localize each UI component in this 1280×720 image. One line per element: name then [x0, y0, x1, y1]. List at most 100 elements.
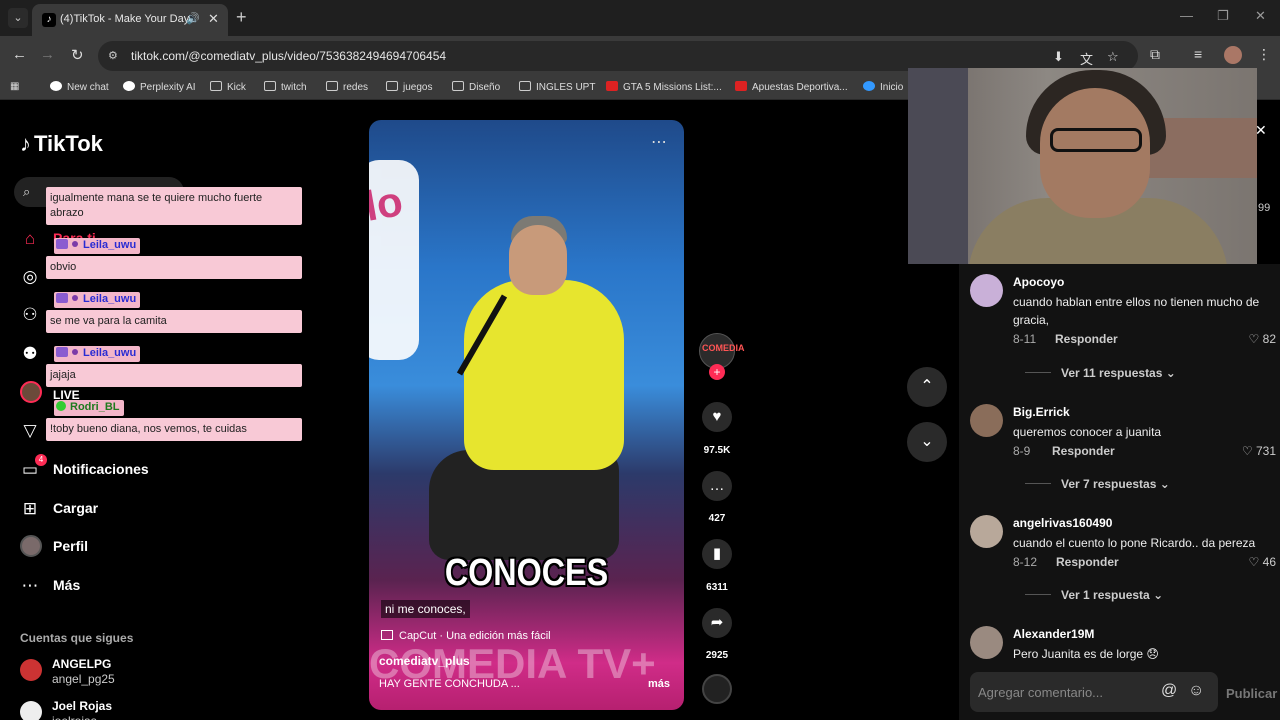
reload-icon[interactable]: ↻ — [71, 46, 84, 64]
chevron-up-icon: ⌃ — [920, 378, 934, 395]
bookmark-icon: ▮ — [712, 545, 722, 562]
live-icon — [20, 381, 42, 403]
chevron-down-icon: ⌄ — [1153, 588, 1164, 602]
apps-grid-icon[interactable]: ▦ — [10, 81, 19, 92]
more-icon: ⋯ — [21, 576, 39, 595]
bookmark-new-chat[interactable]: New chat — [50, 81, 109, 93]
chat-username: Leila_uwu — [54, 292, 141, 308]
browser-menu-icon[interactable]: ⋮ — [1257, 46, 1271, 63]
bookmark-inicio[interactable]: Inicio — [863, 81, 903, 93]
bookmark-star-icon[interactable]: ☆ — [1107, 49, 1119, 65]
close-tab-icon[interactable]: ✕ — [208, 11, 219, 27]
save-count: 6311 — [706, 582, 728, 593]
comment-button[interactable]: … — [702, 471, 732, 501]
view-replies[interactable]: Ver 7 respuestas ⌄ — [1025, 477, 1170, 491]
tiktok-favicon-icon: ♪ — [42, 13, 56, 27]
like-button[interactable]: ♥ — [702, 402, 732, 432]
send-icon: ▽ — [23, 421, 37, 440]
browser-tab[interactable]: ♪ (4)TikTok - Make Your Day 🔊 ✕ — [32, 4, 228, 36]
publish-button[interactable]: Publicar — [1226, 686, 1277, 701]
url-text[interactable]: tiktok.com/@comediatv_plus/video/7536382… — [131, 49, 446, 63]
folder-icon — [210, 81, 222, 91]
bookmark-diseno[interactable]: Diseño — [452, 81, 500, 93]
translate-icon[interactable]: 文 — [1080, 49, 1093, 68]
badge-icon — [72, 295, 78, 301]
reply-button[interactable]: Responder — [1055, 332, 1118, 346]
back-icon[interactable]: ← — [12, 46, 27, 63]
video-player[interactable]: lo ⋯ COMEDIA TV+ CONOCES ni me conoces, … — [369, 120, 684, 710]
view-replies[interactable]: Ver 1 respuesta ⌄ — [1025, 588, 1163, 602]
bookmark-twitch[interactable]: twitch — [264, 81, 307, 93]
close-panel-icon[interactable]: ✕ — [1255, 122, 1267, 139]
creator-logo-icon: COMEDIA — [702, 343, 745, 353]
b-logo-icon — [606, 81, 618, 91]
site-info-icon[interactable]: ⚙ — [108, 49, 122, 63]
view-replies[interactable]: Ver 11 respuestas ⌄ — [1025, 366, 1176, 380]
bookmark-kick[interactable]: Kick — [210, 81, 246, 93]
browser-tab-bar: ⌄ ♪ (4)TikTok - Make Your Day 🔊 ✕ + — ❐ … — [0, 0, 1280, 36]
address-bar[interactable]: ⚙ tiktok.com/@comediatv_plus/video/75363… — [98, 41, 1138, 71]
avatar[interactable] — [970, 274, 1003, 307]
tiktok-logo[interactable]: ♪ TikTok — [20, 131, 103, 157]
comments-panel: Apocoyo cuando hablan entre ellos no tie… — [959, 264, 1280, 720]
see-more-link[interactable]: más — [648, 678, 670, 690]
video-author[interactable]: comediatv_plus — [379, 654, 470, 668]
maximize-icon[interactable]: ❐ — [1217, 8, 1229, 24]
comment-like[interactable]: ♡ 82 — [1249, 332, 1276, 346]
bookmark-perplexity[interactable]: Perplexity AI — [123, 81, 196, 93]
avatar[interactable] — [970, 515, 1003, 548]
media-controls-icon[interactable]: ≡ — [1194, 46, 1202, 62]
comment-like[interactable]: ♡ 46 — [1249, 555, 1276, 569]
notification-badge: 4 — [35, 454, 47, 466]
avatar[interactable] — [970, 404, 1003, 437]
comment-like[interactable]: ♡ 731 — [1242, 444, 1276, 458]
partial-count: 99 — [1258, 202, 1271, 214]
avatar — [20, 701, 42, 720]
install-app-icon[interactable]: ⬇ — [1053, 49, 1064, 65]
chat-message: igualmente mana se te quiere mucho fuert… — [46, 187, 302, 225]
follow-plus-icon[interactable]: + — [709, 364, 725, 380]
chat-icon — [50, 81, 62, 91]
person-body — [464, 280, 624, 470]
profile-avatar[interactable] — [1224, 46, 1242, 64]
comment-input[interactable] — [970, 672, 1218, 712]
badge-icon — [56, 347, 68, 357]
chevron-down-icon: ⌄ — [920, 433, 934, 450]
emoji-icon[interactable]: ☺ — [1188, 682, 1204, 700]
extensions-icon[interactable]: ⧉ — [1150, 46, 1160, 63]
capcut-link[interactable]: CapCut · Una edición más fácil — [381, 630, 551, 642]
bookmark-apuestas[interactable]: Apuestas Deportiva... — [735, 81, 848, 93]
bookmark-gta5[interactable]: GTA 5 Missions List:... — [606, 81, 722, 93]
search-icon: ⌕ — [23, 184, 31, 199]
profile-avatar — [20, 535, 42, 557]
avatar[interactable] — [970, 626, 1003, 659]
badge-icon — [56, 293, 68, 303]
reply-button[interactable]: Responder — [1052, 444, 1115, 458]
forward-icon[interactable]: → — [40, 46, 55, 63]
save-button[interactable]: ▮ — [702, 539, 732, 569]
speaker-icon[interactable]: 🔊 — [186, 12, 200, 25]
chat-username: Leila_uwu — [54, 346, 141, 362]
close-window-icon[interactable]: ✕ — [1255, 8, 1266, 24]
share-button[interactable]: ➦ — [702, 608, 732, 638]
mention-icon[interactable]: @ — [1161, 682, 1177, 700]
badge-icon — [72, 241, 78, 247]
friends-icon: ⚉ — [22, 344, 38, 363]
badge-icon — [72, 349, 78, 355]
music-disc-icon[interactable] — [702, 674, 732, 704]
minimize-icon[interactable]: — — [1180, 8, 1193, 23]
previous-video-button[interactable]: ⌃ — [907, 367, 947, 407]
bookmark-juegos[interactable]: juegos — [386, 81, 432, 93]
heart-outline-icon: ♡ — [1248, 332, 1260, 346]
new-tab-icon[interactable]: + — [236, 7, 247, 28]
video-more-icon[interactable]: ⋯ — [651, 132, 668, 152]
chevron-down-icon: ⌄ — [1165, 366, 1176, 380]
tab-list-button[interactable]: ⌄ — [8, 8, 28, 28]
bookmark-ingles-upt[interactable]: INGLES UPT — [519, 81, 595, 93]
perplexity-icon — [123, 81, 135, 91]
bookmark-redes[interactable]: redes — [326, 81, 368, 93]
video-subtitle: ni me conoces, — [381, 600, 470, 618]
next-video-button[interactable]: ⌄ — [907, 422, 947, 462]
reply-button[interactable]: Responder — [1056, 555, 1119, 569]
webcam-person-glasses — [1050, 128, 1142, 152]
